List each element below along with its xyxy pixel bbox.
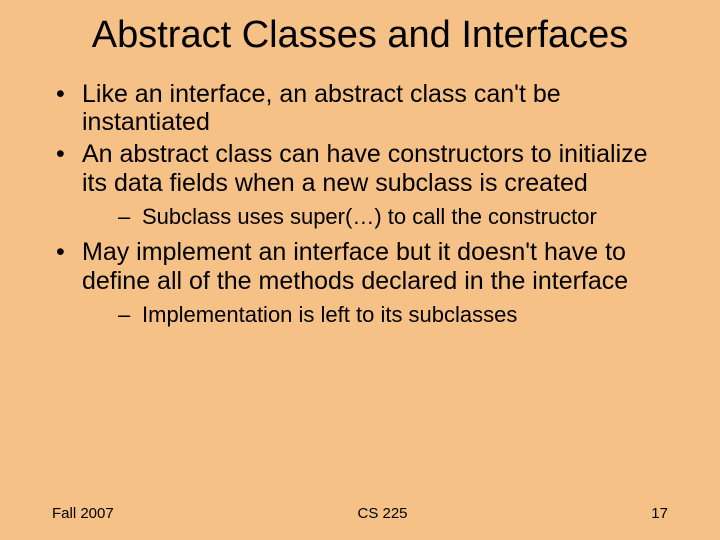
bullet-text: May implement an interface but it doesn'…	[82, 238, 628, 295]
sub-bullet-item: Implementation is left to its subclasses	[82, 302, 675, 328]
footer-right: 17	[651, 505, 668, 522]
sub-bullet-list: Implementation is left to its subclasses	[82, 302, 675, 328]
slide-content: Like an interface, an abstract class can…	[0, 80, 720, 328]
slide-title: Abstract Classes and Interfaces	[0, 0, 720, 58]
footer-center: CS 225	[357, 505, 407, 522]
bullet-text: Like an interface, an abstract class can…	[82, 80, 561, 137]
bullet-list: Like an interface, an abstract class can…	[50, 80, 675, 328]
sub-bullet-text: Implementation is left to its subclasses	[142, 302, 517, 327]
bullet-item: An abstract class can have constructors …	[50, 140, 675, 230]
sub-bullet-text: Subclass uses super(…) to call the const…	[142, 204, 597, 229]
bullet-item: Like an interface, an abstract class can…	[50, 80, 675, 138]
sub-bullet-list: Subclass uses super(…) to call the const…	[82, 204, 675, 230]
sub-bullet-item: Subclass uses super(…) to call the const…	[82, 204, 675, 230]
footer-left: Fall 2007	[52, 505, 114, 522]
bullet-item: May implement an interface but it doesn'…	[50, 238, 675, 328]
bullet-text: An abstract class can have constructors …	[82, 140, 648, 197]
slide-footer: Fall 2007 CS 225 17	[0, 505, 720, 522]
